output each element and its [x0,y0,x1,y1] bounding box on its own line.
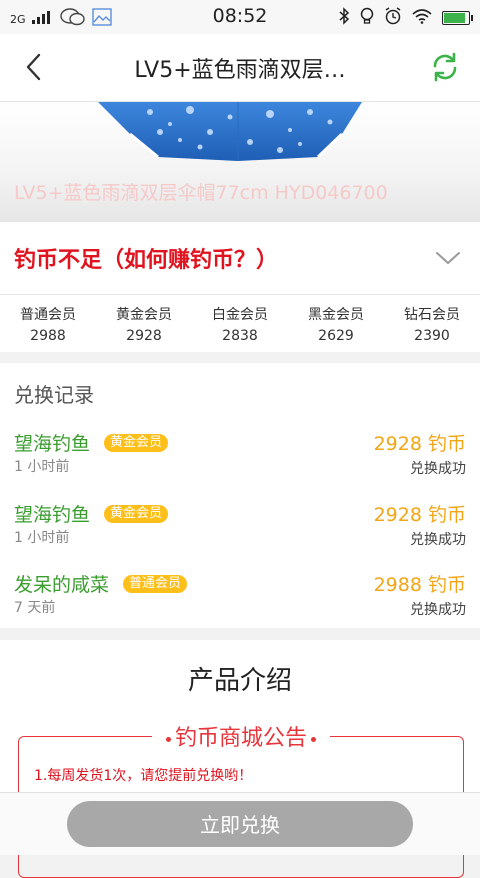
record-status: 兑换成功 [410,461,466,477]
member-price-regular: 普通会员 2988 [0,295,96,352]
product-caption: LV5+蓝色雨滴双层伞帽77cm HYD046700 [14,182,388,204]
back-button[interactable] [20,52,50,82]
status-right [338,7,473,29]
member-level-label: 白金会员 [212,307,268,323]
member-price-value: 2629 [318,328,354,344]
record-row: 望海钓鱼 黄金会员 1 小时前 2928 钓币 兑换成功 [0,500,480,560]
member-price-value: 2390 [414,328,450,344]
member-badge: 黄金会员 [104,505,169,523]
member-price-table: 普通会员 2988 黄金会员 2928 白金会员 2838 黑金会员 2629 … [0,295,480,352]
member-level-label: 钻石会员 [404,307,460,323]
record-amount: 2988 钓币 [373,574,466,596]
member-price-diamond: 钻石会员 2390 [384,295,480,352]
alarm-icon [384,7,402,29]
record-user-name: 望海钓鱼 [14,433,91,455]
record-user-name: 望海钓鱼 [14,504,91,526]
member-level-label: 黑金会员 [308,307,364,323]
product-image: LV5+蓝色雨滴双层伞帽77cm HYD046700 [0,102,480,222]
chevron-left-icon [26,53,41,81]
bulb-icon [360,7,374,29]
record-row: 望海钓鱼 黄金会员 1 小时前 2928 钓币 兑换成功 [0,429,480,489]
refresh-button[interactable] [428,50,462,84]
dot-icon [311,736,316,742]
member-price-black-gold: 黑金会员 2629 [288,295,384,352]
refresh-icon [433,52,457,82]
bottom-bar: 立即兑换 [0,792,480,855]
record-amount: 2928 钓币 [373,433,466,455]
member-badge: 黄金会员 [104,434,169,452]
intro-title: 产品介绍 [187,666,292,696]
notice-header: 钓币商城公告 [19,720,463,752]
record-row: 发呆的咸菜 普通会员 7 天前 2988 钓币 兑换成功 [0,570,480,630]
record-user-name: 发呆的咸菜 [14,574,110,596]
record-status: 兑换成功 [410,532,466,548]
record-time: 7 天前 [14,600,56,616]
redeem-now-button[interactable]: 立即兑换 [67,801,413,847]
notice-title-wrapper: 钓币商城公告 [151,726,330,751]
record-time: 1 小时前 [14,459,70,475]
notice-line: 1.每周发货1次，请您提前兑换哟！ [34,768,253,784]
record-status: 兑换成功 [410,602,466,618]
record-time: 1 小时前 [14,530,70,546]
member-price-value: 2928 [126,328,162,344]
dot-icon [165,736,171,742]
member-price-value: 2988 [30,328,66,344]
member-level-label: 黄金会员 [116,307,172,323]
member-price-gold: 黄金会员 2928 [96,295,192,352]
chevron-down-icon[interactable] [434,244,462,272]
battery-icon [442,11,473,25]
records-title: 兑换记录 [14,383,94,407]
record-amount: 2928 钓币 [373,504,466,526]
notice-title: 钓币商城公告 [174,726,307,751]
navbar: LV5+蓝色雨滴双层… [0,34,480,102]
coins-shortage-text[interactable]: 钓币不足（如何赚钓币？） [14,242,278,274]
member-price-value: 2838 [222,328,258,344]
redemption-records: 兑换记录 望海钓鱼 黄金会员 1 小时前 2928 钓币 兑换成功 望海钓鱼 黄… [0,363,480,628]
coins-shortage-bar[interactable]: 钓币不足（如何赚钓币？） [0,222,480,295]
member-badge: 普通会员 [123,575,188,593]
page-title: LV5+蓝色雨滴双层… [134,58,346,83]
status-bar: 2G 08:52 [0,0,480,34]
member-price-platinum: 白金会员 2838 [192,295,288,352]
wifi-icon [412,8,432,28]
bluetooth-icon [338,7,350,29]
member-level-label: 普通会员 [20,307,76,323]
